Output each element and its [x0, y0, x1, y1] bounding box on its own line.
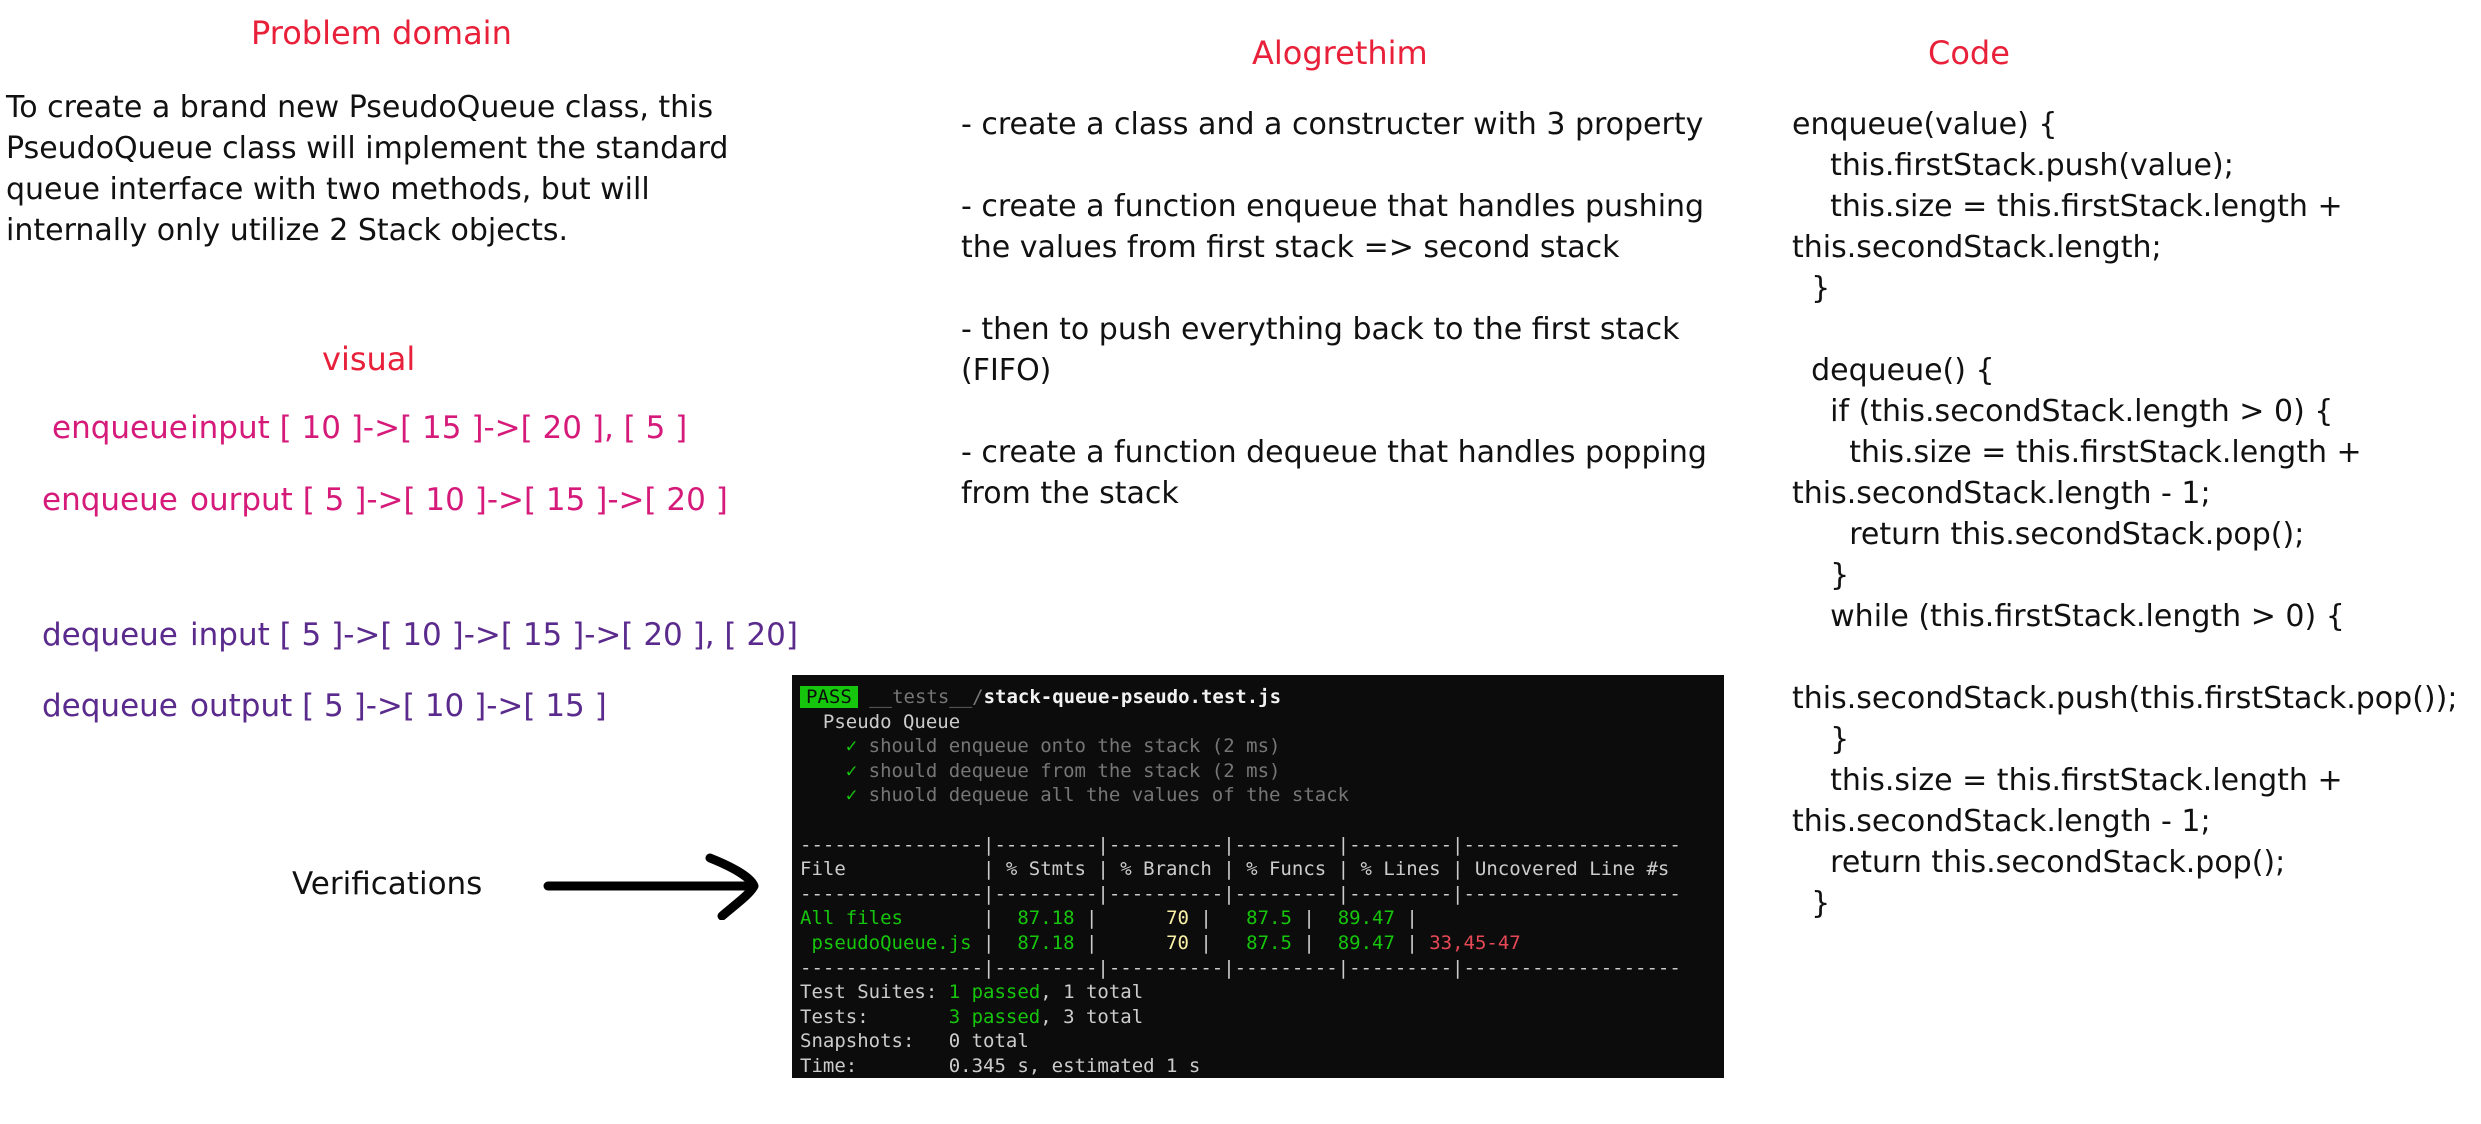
visual-row-desc: output [ 5 ]->[ 10 ]->[ 15 ]	[190, 688, 607, 724]
summary-label: Tests:	[800, 1005, 949, 1028]
summary-suites: Test Suites: 1 passed, 1 total	[800, 980, 1716, 1005]
summary-total: , 3 total	[1040, 1005, 1144, 1028]
terminal-output: PASS __tests__/stack-queue-pseudo.test.j…	[792, 675, 1724, 1078]
code-line: this.size = this.firstStack.length +	[1792, 435, 2362, 470]
coverage-stmts: 87.18	[994, 931, 1086, 954]
visual-row-op: dequeue	[42, 617, 178, 653]
coverage-funcs: 87.5	[1211, 907, 1304, 930]
code-block: enqueue(value) { this.firstStack.push(va…	[1792, 104, 2457, 924]
test-suite-name: Pseudo Queue	[800, 710, 961, 733]
visual-heading: visual	[322, 340, 416, 378]
coverage-row-all-files: All files | 87.18 | 70 | 87.5 | 89.47 |	[800, 907, 1418, 930]
coverage-file-name: All files	[800, 907, 984, 930]
visual-row-desc: ourput [ 5 ]->[ 10 ]->[ 15 ]->[ 20 ]	[190, 482, 728, 518]
code-line: this.secondStack.push(this.firstStack.po…	[1792, 681, 2458, 716]
terminal-blank	[800, 808, 1716, 833]
code-line: if (this.secondStack.length > 0) {	[1792, 394, 2334, 429]
code-line: this.size = this.firstStack.length +	[1792, 763, 2343, 798]
algorithm-step: - create a function enqueue that handles…	[961, 189, 1705, 265]
coverage-file-name: pseudoQueue.js	[800, 931, 984, 954]
coverage-separator: ----------------|---------|----------|--…	[800, 956, 1681, 979]
pass-badge: PASS	[800, 686, 858, 708]
visual-row-op: dequeue	[42, 688, 178, 724]
visual-row-desc: input [ 10 ]->[ 15 ]->[ 20 ], [ 5 ]	[190, 410, 688, 446]
coverage-lines: 89.47	[1314, 931, 1407, 954]
code-line: this.size = this.firstStack.length +	[1792, 189, 2343, 224]
summary-passed: 3 passed	[948, 1005, 1041, 1028]
summary-total: , 1 total	[1040, 981, 1144, 1004]
coverage-branch: 70	[1097, 931, 1201, 954]
coverage-stmts: 87.18	[994, 907, 1086, 930]
visual-row: enqueue	[52, 410, 188, 446]
code-heading: Code	[1928, 34, 2010, 72]
code-line: this.secondStack.length - 1;	[1792, 804, 2211, 839]
coverage-header-row: File | % Stmts | % Branch | % Funcs | % …	[800, 858, 1681, 881]
problem-domain-text: To create a brand new PseudoQueue class,…	[6, 90, 729, 248]
code-line: this.secondStack.length - 1;	[1792, 476, 2211, 511]
test-result: ✓ should enqueue onto the stack (2 ms)	[800, 734, 1716, 759]
coverage-branch: 70	[1097, 907, 1201, 930]
code-line: }	[1792, 558, 1850, 593]
test-path-dir: __tests__/	[869, 686, 984, 708]
algorithm-heading: Alogrethim	[1252, 34, 1428, 72]
test-result: ✓ should dequeue from the stack (2 ms)	[800, 759, 1716, 784]
summary-label: Test Suites:	[800, 981, 949, 1004]
code-line: }	[1792, 722, 1850, 757]
summary-time: Time: 0.345 s, estimated 1 s	[800, 1054, 1201, 1077]
visual-row-op: enqueue	[52, 410, 188, 446]
coverage-uncovered: 33,45-47	[1417, 931, 1521, 954]
coverage-lines: 89.47	[1314, 907, 1407, 930]
algorithm-step: - then to push everything back to the fi…	[961, 312, 1680, 388]
code-line: enqueue(value) {	[1792, 107, 2058, 142]
verifications-label: Verifications	[292, 866, 483, 902]
code-line: return this.secondStack.pop();	[1792, 517, 2305, 552]
visual-row: enqueue	[42, 482, 178, 518]
test-result-text: ✓ should enqueue onto the stack (2 ms)	[800, 735, 1281, 758]
test-path-file: stack-queue-pseudo.test.js	[983, 686, 1282, 708]
code-line: }	[1792, 271, 1831, 306]
algorithm-step: - create a function dequeue that handles…	[961, 435, 1707, 511]
algorithm-steps: - create a class and a constructer with …	[961, 104, 1711, 555]
test-result-text: ✓ should dequeue from the stack (2 ms)	[800, 759, 1281, 782]
terminal-pass-line: PASS __tests__/stack-queue-pseudo.test.j…	[800, 685, 1716, 710]
code-line: this.firstStack.push(value);	[1792, 148, 2234, 183]
code-line: while (this.firstStack.length > 0) {	[1792, 599, 2345, 634]
code-line: return this.secondStack.pop();	[1792, 845, 2286, 880]
visual-row: dequeue	[42, 617, 178, 653]
arrow-right-icon	[543, 853, 759, 920]
visual-row: dequeue	[42, 688, 178, 724]
problem-domain-heading: Problem domain	[251, 14, 512, 52]
visual-row-desc: input [ 5 ]->[ 10 ]->[ 15 ]->[ 20 ], [ 2…	[190, 617, 798, 653]
coverage-row-file: pseudoQueue.js | 87.18 | 70 | 87.5 | 89.…	[800, 931, 1521, 954]
algorithm-step: - create a class and a constructer with …	[961, 107, 1704, 142]
coverage-separator: ----------------|---------|----------|--…	[800, 882, 1681, 905]
summary-snapshots: Snapshots: 0 total	[800, 1030, 1029, 1053]
test-result: ✓ shuold dequeue all the values of the s…	[800, 783, 1716, 808]
summary-tests: Tests: 3 passed, 3 total	[800, 1005, 1716, 1030]
coverage-separator: ----------------|---------|----------|--…	[800, 833, 1681, 856]
code-line: }	[1792, 886, 1831, 921]
code-line: dequeue() {	[1792, 353, 1995, 388]
summary-passed: 1 passed	[948, 981, 1041, 1004]
coverage-funcs: 87.5	[1211, 931, 1304, 954]
test-result-text: ✓ shuold dequeue all the values of the s…	[800, 784, 1350, 807]
visual-row-op: enqueue	[42, 482, 178, 518]
code-line: this.secondStack.length;	[1792, 230, 2162, 265]
